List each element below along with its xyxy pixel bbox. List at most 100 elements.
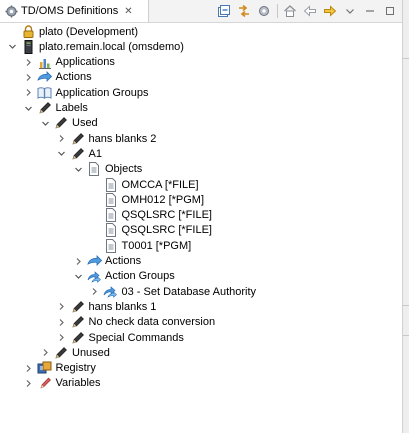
home-icon[interactable] <box>282 3 298 19</box>
collapse-twisty-icon[interactable] <box>56 299 68 314</box>
document-icon <box>103 208 119 223</box>
book-icon <box>37 85 53 100</box>
collapse-twisty-icon[interactable] <box>23 85 35 100</box>
registry-icon <box>37 361 53 376</box>
collapse-twisty-icon[interactable] <box>89 284 101 299</box>
forward-icon[interactable] <box>322 3 338 19</box>
maximize-icon[interactable] <box>382 3 398 19</box>
tree-item[interactable]: No check data conversion <box>56 315 216 330</box>
expand-twisty-icon[interactable] <box>72 162 84 177</box>
pen-icon <box>70 299 86 314</box>
tree-item-label: Action Groups <box>105 270 175 283</box>
td-oms-definitions-view: TD/OMS Definitions ✕ plato (Development)… <box>0 0 402 433</box>
tree-item[interactable]: Variables <box>23 376 101 391</box>
collapse-twisty-icon[interactable] <box>23 55 35 70</box>
tree-item[interactable]: plato.remain.local (omsdemo) <box>6 39 184 54</box>
adjacent-view-edge <box>402 0 409 433</box>
tree-item[interactable]: hans blanks 2 <box>56 131 156 146</box>
close-icon[interactable]: ✕ <box>124 6 132 17</box>
tree-item-label: Special Commands <box>88 331 184 344</box>
collapse-twisty-icon[interactable] <box>23 361 35 376</box>
document-icon <box>103 177 119 192</box>
collapse-twisty-icon[interactable] <box>39 345 51 360</box>
tree-item-label: 03 - Set Database Authority <box>121 285 257 298</box>
document-icon <box>103 238 119 253</box>
settings-icon[interactable] <box>256 3 272 19</box>
tree-item[interactable]: QSQLSRC [*FILE] <box>89 208 212 223</box>
tree-item[interactable]: Actions <box>23 70 92 85</box>
collapse-twisty-icon[interactable] <box>56 330 68 345</box>
pen-icon <box>70 146 86 161</box>
tree-item-label: Actions <box>55 71 92 84</box>
document-icon <box>103 192 119 207</box>
minimize-icon[interactable] <box>362 3 378 19</box>
tree-item[interactable]: Objects <box>72 162 142 177</box>
tree-item[interactable]: Applications <box>23 55 115 70</box>
tree-item-label: No check data conversion <box>88 316 216 329</box>
tab-td-oms-definitions[interactable]: TD/OMS Definitions ✕ <box>0 0 149 22</box>
tree-item[interactable]: Actions <box>72 254 141 269</box>
tree-item-label: OMH012 [*PGM] <box>121 193 205 206</box>
tree-item[interactable]: Registry <box>23 361 96 376</box>
tree-item[interactable]: 03 - Set Database Authority <box>89 284 257 299</box>
tree-item[interactable]: Used <box>39 116 98 131</box>
tree-item-label: plato.remain.local (omsdemo) <box>39 40 184 53</box>
tree-item[interactable]: plato (Development) <box>6 24 138 39</box>
tree-item-label: Used <box>72 117 98 130</box>
toolbar-separator <box>277 4 278 18</box>
expand-twisty-icon[interactable] <box>56 146 68 161</box>
tree-item-label: Application Groups <box>55 86 149 99</box>
pen-icon <box>70 330 86 345</box>
pen-icon <box>70 131 86 146</box>
tree-item[interactable]: hans blanks 1 <box>56 299 156 314</box>
tree-item[interactable]: Action Groups <box>72 269 175 284</box>
tree-item[interactable]: OMH012 [*PGM] <box>89 192 205 207</box>
collapse-twisty-icon[interactable] <box>23 376 35 391</box>
tree-item[interactable]: Special Commands <box>56 330 184 345</box>
tree-item-label: Registry <box>55 362 96 375</box>
back-icon[interactable] <box>302 3 318 19</box>
tree-item[interactable]: Labels <box>23 101 88 116</box>
view-toolbar <box>212 3 398 19</box>
view-menu-icon[interactable] <box>342 3 358 19</box>
tree-item[interactable]: Unused <box>39 345 110 360</box>
link-with-editor-icon[interactable] <box>236 3 252 19</box>
tree-item-label: Variables <box>55 377 101 390</box>
collapse-twisty-icon[interactable] <box>72 254 84 269</box>
tab-title: TD/OMS Definitions <box>21 5 119 17</box>
tree-item-label: OMCCA [*FILE] <box>121 178 199 191</box>
pen-icon <box>70 315 86 330</box>
collapse-twisty-icon[interactable] <box>56 315 68 330</box>
gear-icon <box>4 4 18 18</box>
tree-item-label: QSQLSRC [*FILE] <box>121 209 212 222</box>
adjacent-view-divider <box>403 305 409 306</box>
action-group-icon <box>86 269 102 284</box>
tree-item-label: T0001 [*PGM] <box>121 239 192 252</box>
collapse-all-icon[interactable] <box>216 3 232 19</box>
collapse-twisty-icon[interactable] <box>23 70 35 85</box>
expand-twisty-icon[interactable] <box>72 269 84 284</box>
tree-item[interactable]: Application Groups <box>23 85 149 100</box>
tree-item-label: plato (Development) <box>39 25 139 38</box>
tree-item[interactable]: OMCCA [*FILE] <box>89 177 199 192</box>
adjacent-view-divider <box>403 58 409 59</box>
tree-item[interactable]: QSQLSRC [*FILE] <box>89 223 212 238</box>
expand-twisty-icon[interactable] <box>23 101 35 116</box>
tree-item-label: Labels <box>55 102 88 114</box>
tree-item[interactable]: T0001 [*PGM] <box>89 238 192 253</box>
chart-icon <box>37 55 53 70</box>
tree-item-label: A1 <box>88 147 102 160</box>
lock-icon <box>20 24 36 39</box>
pen-icon <box>53 116 69 131</box>
tree-item[interactable]: A1 <box>56 146 102 161</box>
view-title-bar: TD/OMS Definitions ✕ <box>0 0 402 23</box>
expand-twisty-icon[interactable] <box>6 39 18 54</box>
expand-twisty-icon[interactable] <box>39 116 51 131</box>
collapse-twisty-icon[interactable] <box>56 131 68 146</box>
